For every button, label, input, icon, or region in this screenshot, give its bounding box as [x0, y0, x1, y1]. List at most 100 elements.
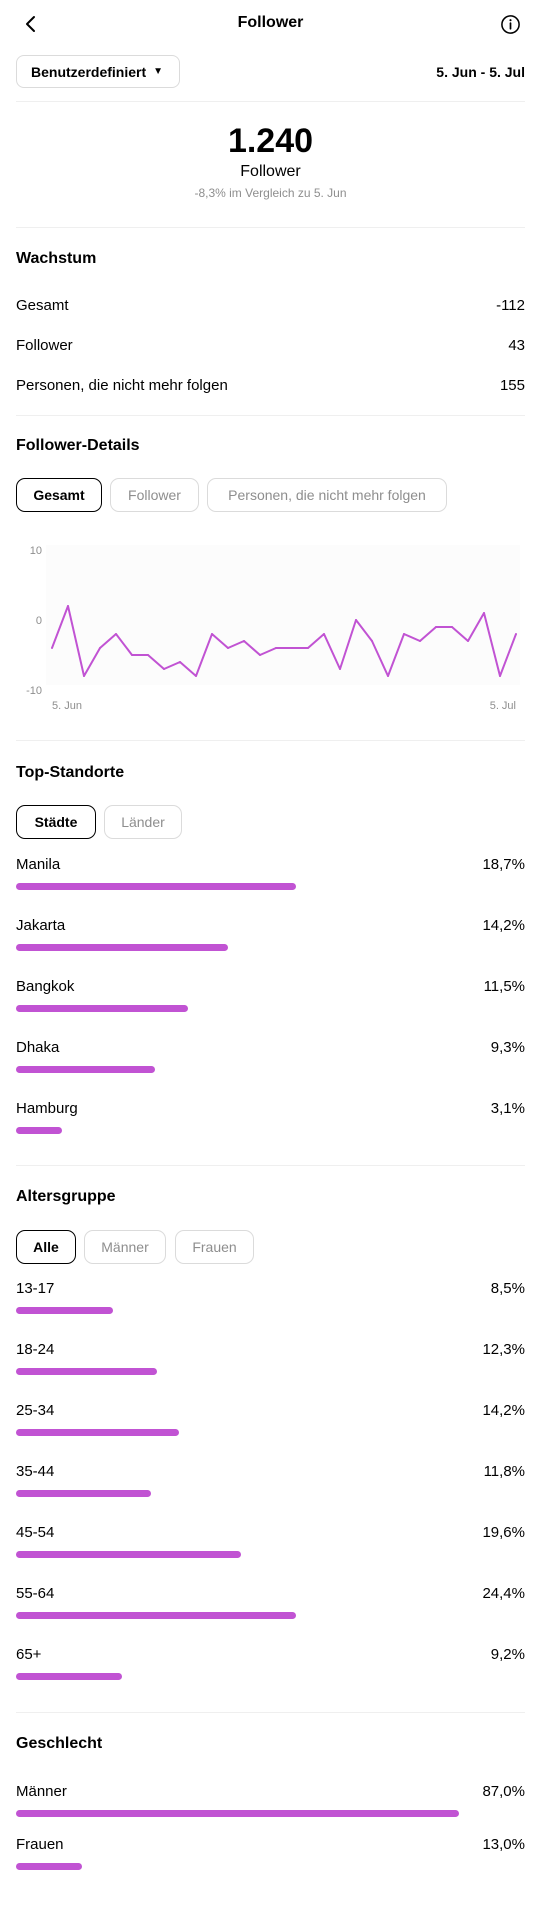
follower-count-label: Follower: [240, 163, 301, 180]
chart-point: [515, 633, 517, 635]
gender-item-bar: [16, 1810, 459, 1817]
chart-point: [179, 661, 181, 663]
chart-point: [371, 640, 373, 642]
chart-point: [99, 647, 101, 649]
age-item-bar: [16, 1673, 122, 1680]
locations-item-percent: 11,5%: [483, 978, 525, 995]
age-item-percent: 24,4%: [482, 1585, 525, 1602]
age-item-percent: 12,3%: [482, 1341, 525, 1358]
locations-item-label: Dhaka: [16, 1039, 60, 1056]
chart-y-tick-label: 0: [36, 615, 42, 627]
chart-point: [211, 633, 213, 635]
divider: [16, 740, 525, 741]
chart-point: [467, 640, 469, 642]
age-item-percent: 11,8%: [483, 1463, 525, 1480]
chart-point: [355, 619, 357, 621]
chart-point: [451, 626, 453, 628]
chart-point: [323, 633, 325, 635]
gender-item-bar: [16, 1863, 83, 1870]
details-title: Follower-Details: [16, 437, 140, 454]
age-item-bar: [16, 1551, 241, 1558]
gender-item-label: Frauen: [16, 1836, 64, 1853]
chart-point: [51, 647, 53, 649]
growth-title: Wachstum: [16, 250, 97, 267]
age-item-percent: 9,2%: [490, 1646, 525, 1663]
chart-point: [147, 654, 149, 656]
chart-point: [275, 647, 277, 649]
info-circle-icon[interactable]: [500, 14, 521, 35]
divider: [16, 1165, 525, 1166]
date-range-dropdown[interactable]: Benutzerdefiniert ▼: [16, 55, 180, 88]
chart-point: [435, 626, 437, 628]
tab-frauen[interactable]: Frauen: [175, 1230, 254, 1264]
chart-point: [307, 647, 309, 649]
locations-item-label: Manila: [16, 856, 61, 873]
chart-x-tick-label: 5. Jun: [52, 700, 82, 712]
caret-down-icon: ▼: [153, 66, 164, 77]
chart-point: [115, 633, 117, 635]
locations-title: Top-Standorte: [16, 764, 125, 781]
tab-staedte[interactable]: Städte: [16, 805, 96, 839]
tab-unfollows[interactable]: Personen, die nicht mehr folgen: [207, 478, 447, 512]
chart-point: [259, 654, 261, 656]
follower-comparison: -8,3% im Vergleich zu 5. Jun: [194, 186, 347, 200]
chart-point: [339, 668, 341, 670]
age-item-label: 35-44: [16, 1463, 55, 1480]
growth-row-value: -112: [496, 297, 525, 314]
chart-point: [83, 675, 85, 677]
chart-y-tick-label: -10: [26, 685, 42, 697]
chart-point: [419, 640, 421, 642]
growth-row-label: Gesamt: [16, 297, 69, 314]
divider: [16, 1712, 525, 1713]
age-item-percent: 8,5%: [490, 1280, 525, 1297]
age-item-label: 18-24: [16, 1341, 55, 1358]
growth-row-unfollows: Personen, die nicht mehr folgen 155: [16, 377, 525, 394]
follower-line-chart: 10 0 -10 5. Jun 5. Jul: [26, 545, 520, 712]
locations-item-bar: [16, 1127, 63, 1134]
chart-point: [195, 675, 197, 677]
tab-laender[interactable]: Länder: [104, 805, 182, 839]
growth-row-label: Personen, die nicht mehr folgen: [16, 377, 228, 394]
chart-point: [403, 633, 405, 635]
growth-row-followers: Follower 43: [16, 337, 525, 354]
follower-count: 1.240: [227, 122, 314, 160]
locations-item-label: Jakarta: [16, 917, 66, 934]
chart-point: [243, 640, 245, 642]
date-range-text: 5. Jun - 5. Jul: [436, 64, 525, 80]
chart-x-tick-label: 5. Jul: [490, 700, 516, 712]
tab-gesamt[interactable]: Gesamt: [16, 478, 102, 512]
tab-alle[interactable]: Alle: [16, 1230, 76, 1264]
chart-point: [499, 675, 501, 677]
age-item-label: 55-64: [16, 1585, 55, 1602]
age-item-percent: 19,6%: [482, 1524, 525, 1541]
age-item-label: 13-17: [16, 1280, 55, 1297]
divider: [16, 101, 525, 102]
locations-item-label: Hamburg: [16, 1100, 78, 1117]
age-item-bar: [16, 1612, 296, 1619]
gender-item-percent: 87,0%: [482, 1783, 525, 1800]
locations-item-bar: [16, 883, 296, 890]
locations-item-label: Bangkok: [16, 978, 75, 995]
divider: [16, 227, 525, 228]
age-item-label: 65+: [16, 1646, 42, 1663]
tab-follower[interactable]: Follower: [110, 478, 199, 512]
locations-item-bar: [16, 1005, 189, 1012]
growth-row-value: 43: [508, 337, 525, 354]
locations-item-bar: [16, 1066, 156, 1073]
age-item-label: 25-34: [16, 1402, 55, 1419]
growth-row-total: Gesamt -112: [16, 297, 525, 314]
chart-point: [131, 654, 133, 656]
gender-title: Geschlecht: [16, 1735, 103, 1752]
gender-item-percent: 13,0%: [482, 1836, 525, 1853]
tab-maenner[interactable]: Männer: [84, 1230, 166, 1264]
chart-point: [387, 675, 389, 677]
header-bar: Follower: [0, 0, 541, 50]
age-item-bar: [16, 1307, 114, 1314]
divider: [16, 415, 525, 416]
locations-item-bar: [16, 944, 229, 951]
growth-row-label: Follower: [16, 337, 73, 354]
locations-item-percent: 3,1%: [490, 1100, 525, 1117]
chart-plot-area: [46, 545, 520, 685]
page-title: Follower: [237, 14, 304, 31]
growth-row-value: 155: [499, 377, 525, 394]
